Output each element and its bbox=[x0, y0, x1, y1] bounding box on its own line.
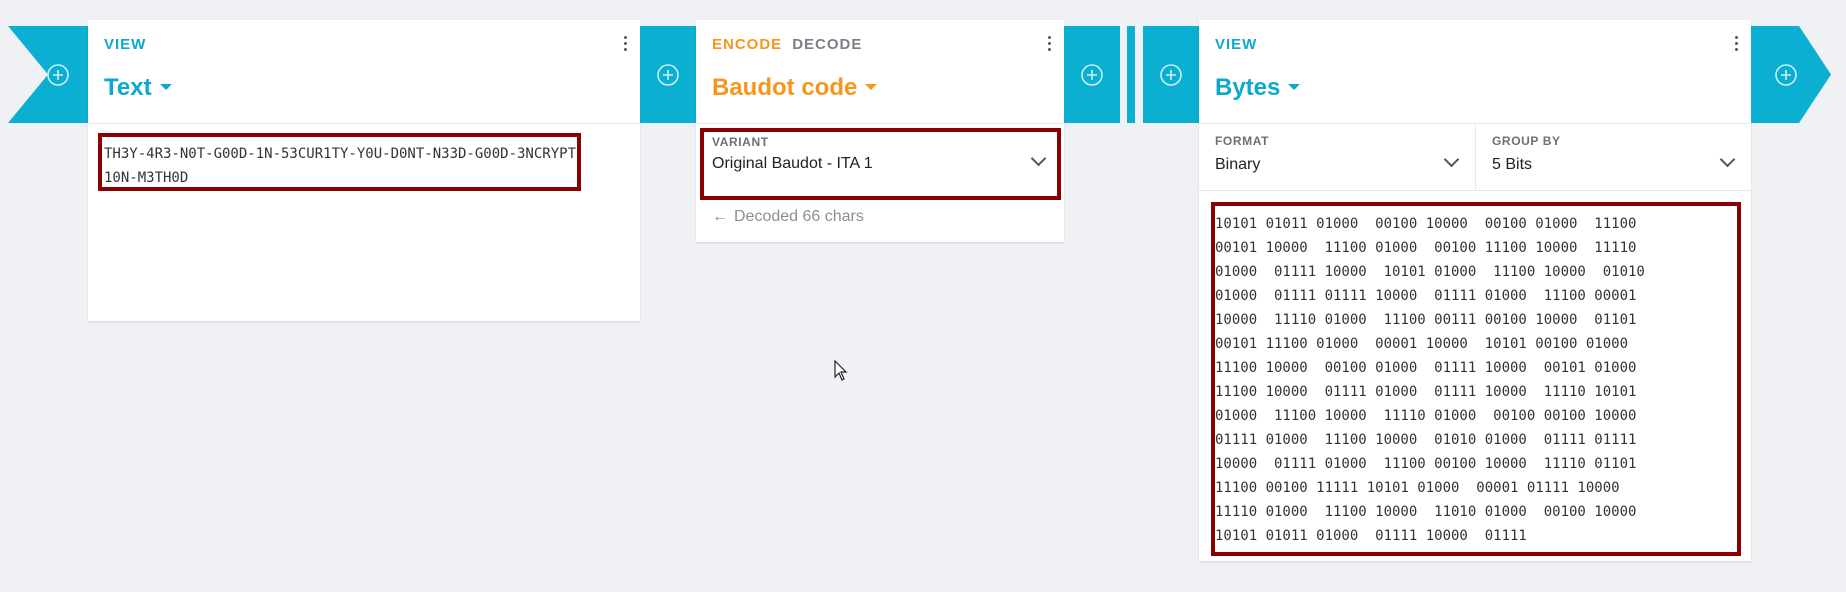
group-by-select[interactable]: GROUP BY 5 Bits bbox=[1476, 124, 1751, 191]
chevron-down-icon bbox=[1719, 151, 1736, 168]
plus-circle-icon bbox=[1775, 64, 1797, 86]
add-step-button[interactable] bbox=[1081, 64, 1103, 86]
caret-down-icon bbox=[865, 83, 878, 90]
plus-circle-icon bbox=[1081, 64, 1103, 86]
view-type-dropdown[interactable]: Text bbox=[104, 74, 172, 102]
tab-decode[interactable]: DECODE bbox=[792, 36, 862, 53]
add-step-button[interactable] bbox=[1160, 64, 1182, 86]
tab-view[interactable]: VIEW bbox=[104, 36, 146, 53]
tab-view[interactable]: VIEW bbox=[1215, 36, 1257, 53]
codec-type-dropdown[interactable]: Baudot code bbox=[712, 74, 878, 102]
pipeline-divider bbox=[1127, 26, 1135, 123]
pipeline-end-arrow bbox=[1751, 26, 1831, 123]
kebab-menu-icon[interactable] bbox=[1048, 36, 1052, 54]
pipeline-start-arrow bbox=[8, 26, 88, 123]
mouse-cursor-icon bbox=[834, 360, 848, 381]
add-step-button[interactable] bbox=[1775, 64, 1797, 86]
highlight-box bbox=[1211, 202, 1741, 556]
highlight-box bbox=[700, 128, 1061, 200]
add-step-button[interactable] bbox=[47, 64, 69, 86]
highlight-box bbox=[98, 133, 581, 191]
arrow-left-icon: ← bbox=[712, 208, 728, 225]
codec-card: ENCODE DECODE Baudot code VARIANT Origina… bbox=[696, 20, 1064, 242]
add-step-button[interactable] bbox=[657, 64, 679, 86]
format-select[interactable]: FORMAT Binary bbox=[1199, 124, 1476, 191]
format-value: Binary bbox=[1215, 156, 1261, 173]
caret-down-icon bbox=[1288, 83, 1301, 90]
tab-encode[interactable]: ENCODE bbox=[712, 36, 782, 53]
caret-down-icon bbox=[159, 83, 172, 90]
plus-circle-icon bbox=[1160, 64, 1182, 86]
kebab-menu-icon[interactable] bbox=[1735, 36, 1739, 54]
kebab-menu-icon[interactable] bbox=[624, 36, 628, 54]
bytes-view-card: VIEW Bytes FORMAT Binary GROUP BY 5 Bits… bbox=[1199, 20, 1751, 561]
view-type-dropdown[interactable]: Bytes bbox=[1215, 74, 1301, 102]
format-label: FORMAT bbox=[1215, 134, 1270, 148]
group-by-value: 5 Bits bbox=[1492, 156, 1533, 173]
connector-arrow bbox=[640, 26, 696, 123]
connector-arrow bbox=[1143, 26, 1199, 123]
text-view-card: VIEW Text TH3Y-4R3-N0T-G00D-1N-53CUR1TY-… bbox=[88, 20, 640, 321]
chevron-down-icon bbox=[1443, 151, 1460, 168]
group-by-label: GROUP BY bbox=[1492, 134, 1561, 148]
plus-circle-icon bbox=[47, 64, 69, 86]
connector-arrow bbox=[1064, 26, 1120, 123]
plus-circle-icon bbox=[657, 64, 679, 86]
decode-status: ← Decoded 66 chars bbox=[712, 208, 864, 225]
